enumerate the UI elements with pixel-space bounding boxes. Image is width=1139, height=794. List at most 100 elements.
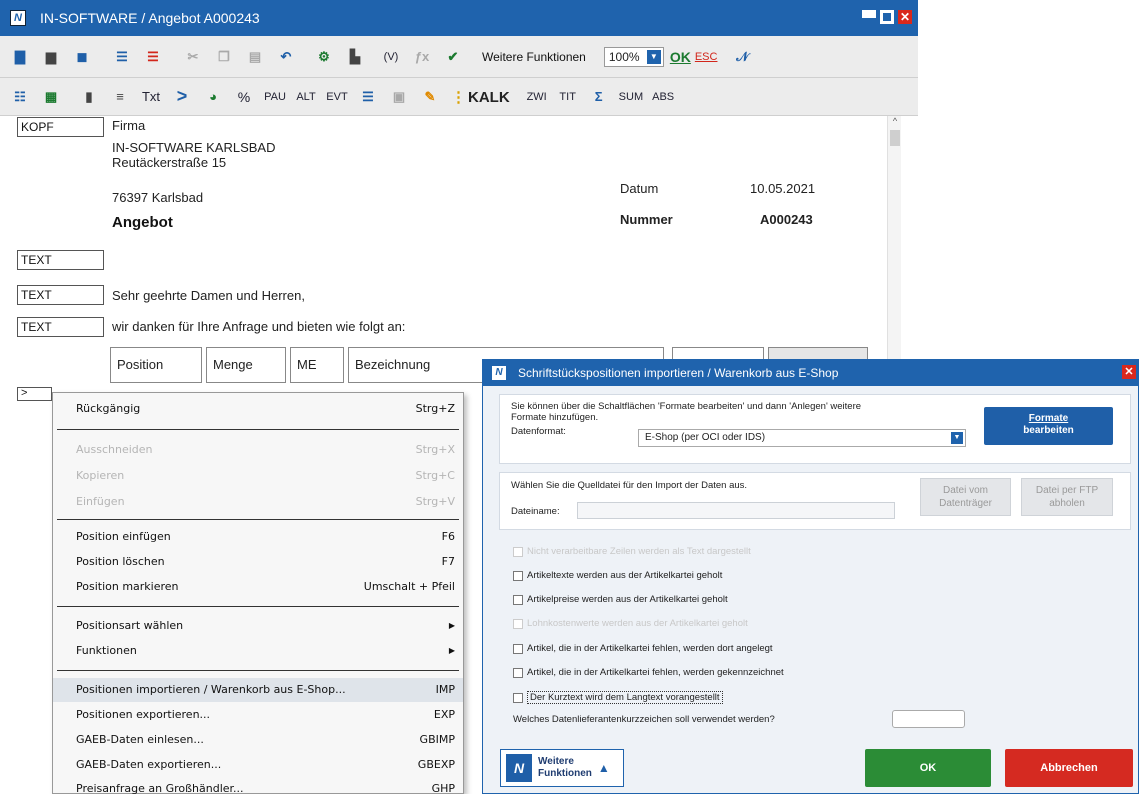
close-button[interactable]: ✕ xyxy=(898,10,912,24)
checkbox-artikeltexte[interactable]: Artikeltexte werden aus der Artikelkarte… xyxy=(513,570,722,581)
in-software-logo-icon[interactable]: 𝒩 xyxy=(731,45,753,69)
paste-icon[interactable]: ▤ xyxy=(244,45,266,69)
menu-item-positionen-importieren[interactable]: Positionen importieren / Warenkorb aus E… xyxy=(53,678,463,702)
minimize-button[interactable] xyxy=(862,10,876,24)
menu-item-position-loeschen[interactable]: Position löschen F7 xyxy=(53,550,463,574)
menu-item-kopieren[interactable]: Kopieren Strg+C xyxy=(53,464,463,488)
window-title: IN-SOFTWARE / Angebot A000243 xyxy=(40,10,260,26)
position-insert-icon[interactable]: ▮ xyxy=(78,85,100,109)
street: Reutäckerstraße 15 xyxy=(112,155,227,170)
menu-item-positionsart-waehlen[interactable]: Positionsart wählen ▶ xyxy=(53,614,463,638)
chevron-down-icon: ▼ xyxy=(646,49,661,64)
copy-icon[interactable]: ❐ xyxy=(213,45,235,69)
column-header-menge[interactable]: Menge xyxy=(206,347,286,383)
text-position-button[interactable]: Txt xyxy=(140,85,162,109)
formula-icon[interactable]: ƒx xyxy=(411,45,433,69)
app-logo-icon: N xyxy=(10,10,26,26)
dialog-close-button[interactable]: ✕ xyxy=(1122,365,1136,379)
esc-button[interactable]: ESC xyxy=(695,51,718,63)
scroll-up-icon[interactable]: ^ xyxy=(888,116,902,130)
alt-button[interactable]: ALT xyxy=(295,85,317,109)
menu-item-einfuegen[interactable]: Einfügen Strg+V xyxy=(53,490,463,514)
datenformat-value: E-Shop (per OCI oder IDS) xyxy=(645,432,766,443)
zoom-select[interactable]: 100% ▼ xyxy=(603,46,664,67)
cut-icon[interactable]: ✂ xyxy=(182,45,204,69)
submenu-arrow-icon: ▶ xyxy=(448,646,455,655)
row-label-kopf[interactable]: KOPF xyxy=(17,117,104,137)
checkbox-nicht-verarbeitbar[interactable]: Nicht verarbeitbare Zeilen werden als Te… xyxy=(513,546,751,557)
print-icon[interactable]: ▆ xyxy=(40,45,62,69)
checkbox-kurztext-voranstellen[interactable]: Der Kurztext wird dem Langtext vorangest… xyxy=(513,691,723,704)
lines-icon[interactable]: ≡ xyxy=(109,85,131,109)
zwischensumme-button[interactable]: ZWI xyxy=(526,85,548,109)
list-delete-icon[interactable]: ☰ xyxy=(142,45,164,69)
position-marker[interactable]: > xyxy=(17,387,52,401)
kalk-bars-icon: ⋮ xyxy=(451,88,466,106)
calculator-icon[interactable]: ▦ xyxy=(40,85,62,109)
dialog-title-bar: N Schriftstückspositionen importieren / … xyxy=(483,360,1138,386)
row-label-text-1[interactable]: TEXT xyxy=(17,250,104,270)
column-header-position[interactable]: Position xyxy=(110,347,202,383)
spellcheck-icon[interactable]: ✔ xyxy=(442,45,464,69)
document-stamp-icon[interactable]: ▙ xyxy=(344,45,366,69)
variant-button[interactable]: (V) xyxy=(380,45,402,69)
zoom-value: 100% xyxy=(608,49,640,64)
checkbox-artikel-anlegen[interactable]: Artikel, die in der Artikelkartei fehlen… xyxy=(513,643,773,654)
document-title: Angebot xyxy=(112,214,173,231)
maximize-button[interactable] xyxy=(880,10,894,24)
pencil-icon[interactable]: ✎ xyxy=(419,85,441,109)
title-bar: N IN-SOFTWARE / Angebot A000243 ✕ xyxy=(0,0,918,36)
menu-item-position-markieren[interactable]: Position markieren Umschalt + Pfeil xyxy=(53,575,463,599)
evt-button[interactable]: EVT xyxy=(326,85,348,109)
kalk-button[interactable]: ⋮ KALK xyxy=(451,88,510,106)
pau-button[interactable]: PAU xyxy=(264,85,286,109)
next-button[interactable]: > xyxy=(171,85,193,109)
column-header-me[interactable]: ME xyxy=(290,347,344,383)
weitere-funktionen-menu[interactable]: Weitere Funktionen xyxy=(482,50,586,64)
ok-button[interactable]: OK xyxy=(865,749,991,787)
formate-bearbeiten-button[interactable]: Formate bearbeiten xyxy=(984,407,1113,445)
menu-item-funktionen[interactable]: Funktionen ▶ xyxy=(53,639,463,663)
weitere-funktionen-button[interactable]: N Weitere Funktionen ▲ xyxy=(500,749,624,787)
menu-item-rueckgaengig[interactable]: Rückgängig Strg+Z xyxy=(53,397,463,421)
percent-button[interactable]: % xyxy=(233,85,255,109)
save-icon[interactable]: ▇ xyxy=(9,45,31,69)
menu-item-preisanfrage[interactable]: Preisanfrage an Großhändler... GHP xyxy=(53,777,463,794)
datei-vom-datentraeger-button[interactable]: Datei vom Datenträger xyxy=(920,478,1011,516)
numbered-list-icon[interactable]: ☰ xyxy=(357,85,379,109)
kurzzeichen-input[interactable] xyxy=(892,710,965,728)
menu-item-ausschneiden[interactable]: Ausschneiden Strg+X xyxy=(53,438,463,462)
ok-button[interactable]: OK xyxy=(670,49,691,65)
titel-button[interactable]: TIT xyxy=(557,85,579,109)
menu-item-gaeb-einlesen[interactable]: GAEB-Daten einlesen... GBIMP xyxy=(53,728,463,752)
checkbox-lohnkosten[interactable]: Lohnkostenwerte werden aus der Artikelka… xyxy=(513,618,748,629)
menu-separator xyxy=(57,670,459,671)
menu-item-positionen-exportieren[interactable]: Positionen exportieren... EXP xyxy=(53,703,463,727)
dateiname-label: Dateiname: xyxy=(511,506,560,517)
print-preview-icon[interactable]: ◼ xyxy=(71,45,93,69)
dateiname-field[interactable] xyxy=(577,502,895,519)
dialog-title: Schriftstückspositionen importieren / Wa… xyxy=(518,366,839,380)
cancel-button[interactable]: Abbrechen xyxy=(1005,749,1133,787)
menu-separator xyxy=(57,429,459,430)
sigma-plus-icon[interactable]: Σ xyxy=(588,85,610,109)
globe-icon[interactable]: ◕ xyxy=(202,85,224,109)
datei-per-ftp-button[interactable]: Datei per FTP abholen xyxy=(1021,478,1113,516)
summe-button[interactable]: SUM xyxy=(619,85,643,109)
datenformat-select[interactable]: E-Shop (per OCI oder IDS) ▼ xyxy=(638,429,966,447)
image-icon[interactable]: ▣ xyxy=(388,85,410,109)
checkbox-artikel-kennzeichnen[interactable]: Artikel, die in der Artikelkartei fehlen… xyxy=(513,667,784,678)
menu-item-position-einfuegen[interactable]: Position einfügen F6 xyxy=(53,525,463,549)
datenformat-label: Datenformat: xyxy=(511,426,566,437)
undo-icon[interactable]: ↶ xyxy=(275,45,297,69)
checkbox-artikelpreise[interactable]: Artikelpreise werden aus der Artikelkart… xyxy=(513,594,728,605)
row-label-text-2[interactable]: TEXT xyxy=(17,285,104,305)
settings-gear-icon[interactable]: ⚙ xyxy=(313,45,335,69)
row-label-text-3[interactable]: TEXT xyxy=(17,317,104,337)
scroll-thumb[interactable] xyxy=(890,130,900,146)
triangle-up-icon: ▲ xyxy=(597,761,610,775)
abs-button[interactable]: ABS xyxy=(652,85,674,109)
menu-item-gaeb-exportieren[interactable]: GAEB-Daten exportieren... GBEXP xyxy=(53,753,463,777)
list-check-icon[interactable]: ☰ xyxy=(111,45,133,69)
list-indent-icon[interactable]: ☷ xyxy=(9,85,31,109)
